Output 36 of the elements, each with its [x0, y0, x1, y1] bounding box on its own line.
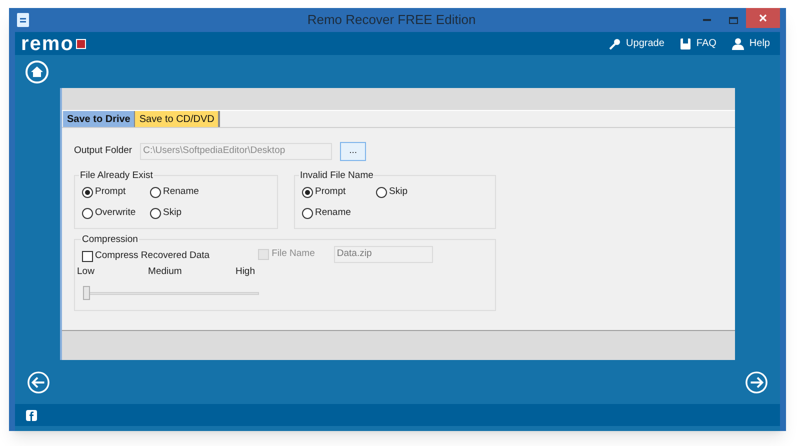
header-link[interactable]: Help [749, 36, 770, 51]
radio-button[interactable] [82, 208, 93, 219]
radio-label: Rename [163, 185, 199, 199]
compress-label: Compress Recovered Data [95, 249, 210, 263]
browse-button[interactable]: ... [340, 142, 366, 161]
radio-label: Overwrite [95, 206, 136, 220]
radio-button[interactable] [302, 186, 313, 198]
facebook-icon[interactable] [26, 410, 37, 420]
remo-logo: remo [21, 34, 86, 54]
window-title: Remo Recover FREE Edition [307, 11, 476, 30]
radio-label: Skip [163, 206, 182, 220]
radio-label: Prompt [95, 185, 126, 199]
output-folder-label: Output Folder [74, 144, 132, 158]
header-link[interactable]: Upgrade [626, 36, 664, 51]
home-icon[interactable] [25, 60, 49, 84]
radio-label: Skip [389, 185, 408, 199]
tab[interactable]: Save to CD/DVD [135, 111, 220, 127]
compress-checkbox[interactable] [82, 250, 93, 262]
compression-slider[interactable] [83, 286, 259, 300]
key-icon [609, 38, 622, 50]
radio-button[interactable] [82, 186, 93, 198]
radio-button[interactable] [150, 208, 161, 219]
radio-button[interactable] [302, 208, 313, 219]
radio-label: Rename [315, 206, 351, 220]
app-icon [17, 13, 29, 27]
radio-label: Prompt [315, 185, 346, 199]
slider-label: Medium [148, 265, 182, 280]
radio-button[interactable] [376, 186, 387, 198]
slider-label: Low [77, 265, 94, 280]
header-link[interactable]: FAQ [696, 36, 716, 51]
file-name-label: File Name [272, 247, 315, 261]
slider-label: High [235, 265, 255, 280]
close-button[interactable] [746, 8, 780, 28]
tab[interactable]: Save to Drive [63, 111, 136, 127]
radio-button[interactable] [150, 186, 161, 198]
person-icon [732, 38, 744, 50]
